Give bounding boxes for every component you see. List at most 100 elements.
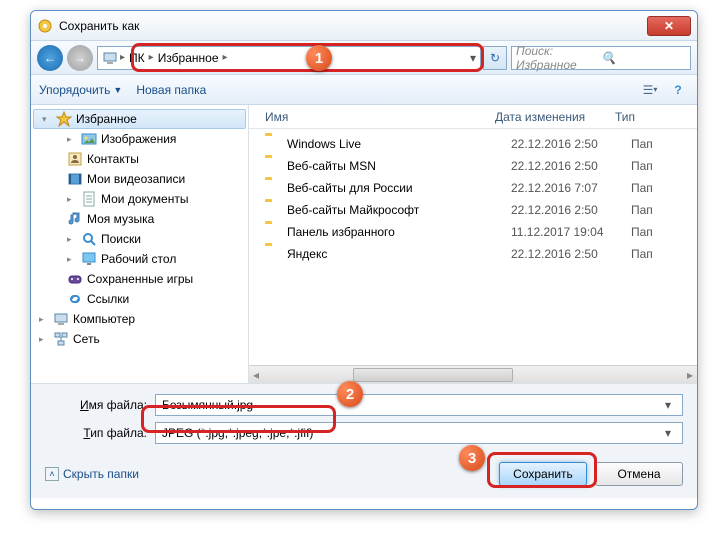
- tree-savedgames[interactable]: Сохраненные игры: [31, 269, 248, 289]
- dropdown-icon[interactable]: ▾: [660, 398, 676, 412]
- filename-label: Имя файла:: [45, 398, 155, 412]
- tree-documents[interactable]: ▸Мои документы: [31, 189, 248, 209]
- scroll-right-icon[interactable]: ▸: [683, 368, 697, 382]
- file-row[interactable]: Веб-сайты MSN22.12.2016 2:50Пап: [249, 155, 697, 177]
- file-name: Веб-сайты MSN: [287, 159, 511, 173]
- tree-favorites[interactable]: ▾Избранное: [33, 109, 246, 129]
- column-name[interactable]: Имя: [265, 110, 495, 124]
- file-type: Пап: [631, 181, 653, 195]
- file-name: Веб-сайты Майкрософт: [287, 203, 511, 217]
- help-button[interactable]: ?: [667, 79, 689, 101]
- dropdown-icon[interactable]: ▾: [660, 426, 676, 440]
- chevron-right-icon: ▸: [149, 52, 154, 63]
- view-options-button[interactable]: ☰▾: [639, 79, 661, 101]
- file-date: 22.12.2016 2:50: [511, 203, 631, 217]
- file-type: Пап: [631, 225, 653, 239]
- refresh-icon: ↻: [490, 51, 500, 65]
- file-date: 22.12.2016 2:50: [511, 247, 631, 261]
- horizontal-scrollbar[interactable]: ◂ ▸: [249, 365, 697, 383]
- links-icon: [67, 291, 83, 307]
- close-button[interactable]: ✕: [647, 16, 691, 36]
- file-name: Яндекс: [287, 247, 511, 261]
- computer-icon: [102, 50, 118, 66]
- column-headers[interactable]: Имя Дата изменения Тип: [249, 105, 697, 129]
- arrow-right-icon: →: [74, 51, 86, 65]
- file-row[interactable]: Веб-сайты для России22.12.2016 7:07Пап: [249, 177, 697, 199]
- tree-links[interactable]: Ссылки: [31, 289, 248, 309]
- expand-icon[interactable]: ▸: [67, 194, 77, 205]
- tree-network[interactable]: ▸Сеть: [31, 329, 248, 349]
- bottom-panel: Имя файла: Безымянный.jpg▾ Тип файла: JP…: [31, 383, 697, 498]
- save-as-dialog: Сохранить как ✕ ← → ▸ ПК ▸ Избранное ▸ ▾…: [30, 10, 698, 510]
- filename-input[interactable]: Безымянный.jpg▾: [155, 394, 683, 416]
- file-date: 11.12.2017 19:04: [511, 225, 631, 239]
- chevron-down-icon: ▼: [113, 85, 122, 95]
- file-row[interactable]: Панель избранного11.12.2017 19:04Пап: [249, 221, 697, 243]
- expand-icon[interactable]: ▾: [42, 114, 52, 125]
- images-icon: [81, 131, 97, 147]
- view-icon: ☰: [643, 83, 654, 97]
- cancel-button[interactable]: Отмена: [595, 462, 683, 486]
- address-bar[interactable]: ▸ ПК ▸ Избранное ▸ ▾: [97, 46, 481, 70]
- computer-icon: [53, 311, 69, 327]
- file-name: Windows Live: [287, 137, 511, 151]
- file-type: Пап: [631, 137, 653, 151]
- file-name: Веб-сайты для России: [287, 181, 511, 195]
- file-name: Панель избранного: [287, 225, 511, 239]
- search-placeholder: Поиск: Избранное: [516, 44, 601, 72]
- expand-icon[interactable]: ▸: [67, 134, 77, 145]
- file-date: 22.12.2016 2:50: [511, 137, 631, 151]
- documents-icon: [81, 191, 97, 207]
- arrow-left-icon: ←: [44, 51, 56, 65]
- dialog-footer: ˄Скрыть папки Сохранить Отмена: [45, 462, 683, 486]
- breadcrumb-pc[interactable]: ПК: [127, 51, 147, 65]
- file-row[interactable]: Windows Live22.12.2016 2:50Пап: [249, 133, 697, 155]
- back-button[interactable]: ←: [37, 45, 63, 71]
- scroll-left-icon[interactable]: ◂: [249, 368, 263, 382]
- filetype-label: Тип файла:: [45, 426, 155, 440]
- column-type[interactable]: Тип: [615, 110, 697, 124]
- chevron-right-icon: ▸: [120, 52, 125, 63]
- organize-menu[interactable]: Упорядочить ▼: [39, 83, 122, 97]
- filetype-dropdown[interactable]: JPEG (*.jpg;*.jpeg;*.jpe;*.jfif)▾: [155, 422, 683, 444]
- refresh-button[interactable]: ↻: [483, 46, 507, 70]
- save-button[interactable]: Сохранить: [499, 462, 587, 486]
- file-row[interactable]: Яндекс22.12.2016 2:50Пап: [249, 243, 697, 265]
- file-date: 22.12.2016 7:07: [511, 181, 631, 195]
- tree-computer[interactable]: ▸Компьютер: [31, 309, 248, 329]
- tree-music[interactable]: Моя музыка: [31, 209, 248, 229]
- toolbar: Упорядочить ▼ Новая папка ☰▾ ?: [31, 75, 697, 105]
- chevron-right-icon: ▸: [223, 52, 228, 63]
- tree-desktop[interactable]: ▸Рабочий стол: [31, 249, 248, 269]
- file-list[interactable]: Windows Live22.12.2016 2:50ПапВеб-сайты …: [249, 129, 697, 365]
- tree-images[interactable]: ▸Изображения: [31, 129, 248, 149]
- tree-contacts[interactable]: Контакты: [31, 149, 248, 169]
- hide-folders-toggle[interactable]: ˄Скрыть папки: [45, 467, 139, 481]
- window-title: Сохранить как: [59, 19, 647, 33]
- dropdown-icon[interactable]: ▾: [470, 51, 476, 65]
- file-type: Пап: [631, 247, 653, 261]
- folder-tree[interactable]: ▾Избранное ▸Изображения Контакты Мои вид…: [31, 105, 249, 383]
- games-icon: [67, 271, 83, 287]
- titlebar[interactable]: Сохранить как ✕: [31, 11, 697, 41]
- scrollbar-thumb[interactable]: [353, 368, 513, 382]
- search-input[interactable]: Поиск: Избранное 🔍: [511, 46, 691, 70]
- breadcrumb-favorites[interactable]: Избранное: [156, 51, 221, 65]
- forward-button[interactable]: →: [67, 45, 93, 71]
- search-icon: 🔍: [601, 51, 686, 65]
- expand-icon[interactable]: ▸: [67, 234, 77, 245]
- close-icon: ✕: [664, 19, 674, 33]
- chevron-down-icon: ▾: [653, 85, 657, 94]
- filetype-field: Тип файла: JPEG (*.jpg;*.jpeg;*.jpe;*.jf…: [45, 422, 683, 444]
- tree-searches[interactable]: ▸Поиски: [31, 229, 248, 249]
- expand-icon[interactable]: ▸: [39, 314, 49, 325]
- new-folder-button[interactable]: Новая папка: [136, 83, 206, 97]
- tree-videos[interactable]: Мои видеозаписи: [31, 169, 248, 189]
- desktop-icon: [81, 251, 97, 267]
- expand-icon[interactable]: ▸: [39, 334, 49, 345]
- file-row[interactable]: Веб-сайты Майкрософт22.12.2016 2:50Пап: [249, 199, 697, 221]
- app-icon: [37, 18, 53, 34]
- expand-icon[interactable]: ▸: [67, 254, 77, 265]
- column-date[interactable]: Дата изменения: [495, 110, 615, 124]
- search-folder-icon: [81, 231, 97, 247]
